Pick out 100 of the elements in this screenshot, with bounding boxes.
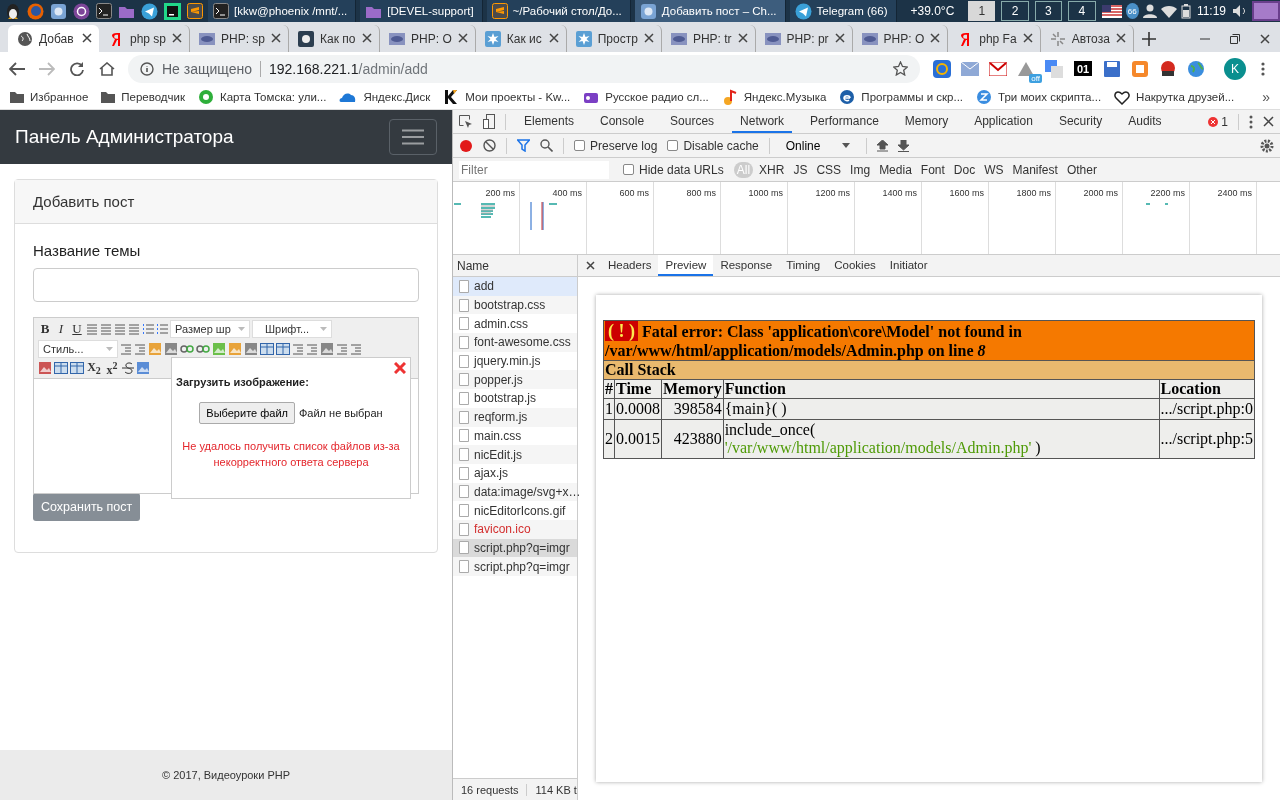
bookmark-link[interactable]: Программы и скр... <box>839 89 964 105</box>
profile-avatar[interactable]: K <box>1224 57 1246 80</box>
throttling-select[interactable]: Online <box>779 137 856 154</box>
address-bar[interactable]: Не защищено 192.168.221.1/admin/add <box>128 54 920 83</box>
clear-icon[interactable] <box>483 139 496 152</box>
type-filter-button[interactable]: Other <box>1063 161 1100 178</box>
devtools-tab[interactable]: Elements <box>516 110 583 133</box>
type-filter-button[interactable]: JS <box>790 161 811 178</box>
search-icon[interactable] <box>540 139 553 152</box>
script-button[interactable]: X$_{2}$ <box>86 360 102 376</box>
type-filter-button[interactable]: Doc <box>950 161 979 178</box>
hide-data-urls-checkbox[interactable]: Hide data URLs <box>623 162 724 177</box>
bookmark-link[interactable]: Три моих скрипта... <box>976 89 1102 105</box>
indent-icon <box>306 343 318 355</box>
format-button[interactable]: I <box>54 321 68 337</box>
launcher-button[interactable] <box>72 1 91 21</box>
bookmark-link[interactable]: Яндекс.Диск <box>339 91 431 103</box>
request-row[interactable]: script.php?q=imgr <box>453 557 577 576</box>
workspace-button[interactable]: 4 <box>1068 1 1096 21</box>
filter-field[interactable]: Filter <box>459 160 609 179</box>
type-filter-button[interactable]: WS <box>981 161 1007 178</box>
detail-tab[interactable]: Response <box>713 255 780 276</box>
close-icon[interactable] <box>1263 116 1274 127</box>
upload-icon[interactable] <box>876 139 888 152</box>
home-button[interactable] <box>98 59 116 78</box>
launcher-button[interactable] <box>140 1 159 21</box>
font-size-select[interactable]: Размер шр <box>170 320 250 338</box>
format-button[interactable]: U <box>70 321 84 337</box>
close-icon[interactable] <box>1260 33 1270 44</box>
request-row[interactable]: font-awesome.css <box>453 333 577 352</box>
brand-title[interactable]: Панель Администратора <box>15 126 234 148</box>
format-button[interactable]: B <box>38 321 52 337</box>
devtools-tab[interactable]: Sources <box>662 110 723 133</box>
script-button[interactable]: x$^{2}$ <box>104 360 120 376</box>
bookmark-link[interactable]: Избранное <box>10 91 89 103</box>
detail-tab[interactable]: Headers <box>601 255 659 276</box>
bookmark-link[interactable]: Русское радио сл... <box>583 89 709 105</box>
detail-tab[interactable]: Preview <box>658 255 714 276</box>
kebab-menu-icon[interactable] <box>1249 114 1253 129</box>
window-button[interactable]: Telegram (66) <box>789 0 897 22</box>
launcher-button[interactable] <box>186 1 204 21</box>
back-button[interactable] <box>8 59 26 78</box>
star-icon[interactable] <box>893 61 908 76</box>
device-icon[interactable] <box>483 114 495 129</box>
detail-tab[interactable]: Timing <box>779 255 828 276</box>
clock[interactable]: 11:19 <box>1194 4 1228 18</box>
launcher-button[interactable] <box>4 1 22 21</box>
bookmark-link[interactable]: Карта Томска: ули... <box>198 89 327 105</box>
launcher-button[interactable] <box>49 1 68 21</box>
extension-button[interactable] <box>1158 58 1178 79</box>
choose-file-button[interactable]: Выберите файл <box>199 402 295 424</box>
request-row[interactable]: nicEdit.js <box>453 445 577 464</box>
filter-icon[interactable] <box>517 139 530 152</box>
font-select[interactable]: Шрифт... <box>252 320 332 338</box>
menu-icon <box>402 129 424 145</box>
bookmark-link[interactable]: Накрутка друзей... <box>1114 89 1235 105</box>
devtools-tab[interactable]: Memory <box>896 110 957 133</box>
record-icon[interactable] <box>459 138 473 153</box>
bookmark-link[interactable]: Переводчик <box>101 91 185 103</box>
image-icon <box>320 342 334 356</box>
request-row[interactable]: popper.js <box>453 370 577 390</box>
launcher-button[interactable] <box>163 1 182 21</box>
inspect-icon[interactable] <box>459 114 473 129</box>
column-header[interactable]: Name <box>457 258 489 273</box>
devtools-tab[interactable]: Console <box>592 110 653 133</box>
settings-icon[interactable] <box>1260 138 1274 153</box>
window-button[interactable]: [DEVEL-support] <box>360 0 483 22</box>
bookmark-link[interactable]: Мои проекты - Kw... <box>443 89 571 105</box>
window-button[interactable]: Добавить пост – Ch... <box>634 0 786 22</box>
option-checkbox[interactable]: Preserve log <box>574 138 658 153</box>
devtools-tab[interactable]: Application <box>966 110 1041 133</box>
close-icon[interactable] <box>586 261 595 270</box>
error-counter[interactable]: 1 <box>1208 114 1228 129</box>
workspace-button[interactable]: 3 <box>1034 1 1063 21</box>
option-checkbox[interactable]: Disable cache <box>667 138 759 153</box>
devtools-tab[interactable]: Performance <box>802 110 887 133</box>
counter-extension-button[interactable]: 01 <box>1074 61 1092 76</box>
download-icon[interactable] <box>897 139 909 152</box>
window-button[interactable]: ~/Рабочий стол/До... <box>486 0 631 22</box>
workspace-button[interactable]: 2 <box>1001 1 1029 21</box>
devtools-tab[interactable]: Security <box>1050 110 1111 133</box>
workspace-button[interactable]: 1 <box>968 1 996 21</box>
type-filter-button[interactable]: CSS <box>813 161 845 178</box>
style-select[interactable]: Стиль... <box>38 340 118 358</box>
detail-tab[interactable]: Initiator <box>882 255 935 276</box>
type-filter-button[interactable]: XHR <box>756 161 788 178</box>
menu-toggle-button[interactable] <box>389 119 437 155</box>
bookmark-link[interactable]: Яндекс.Музыка <box>721 89 827 105</box>
detail-tab[interactable]: Cookies <box>827 255 883 276</box>
type-filter-button[interactable]: Manifest <box>1009 161 1061 178</box>
topic-input-field[interactable] <box>33 268 419 302</box>
more-bookmarks-button[interactable]: » <box>1262 89 1270 105</box>
type-filter-button[interactable]: Img <box>847 161 874 178</box>
close-icon[interactable] <box>394 362 406 374</box>
window-button[interactable]: [kkw@phoenix /mnt/... <box>208 0 357 22</box>
devtools-tab[interactable]: Audits <box>1120 110 1170 133</box>
request-row[interactable]: add <box>453 277 577 296</box>
browser-tab[interactable]: Добав <box>8 25 99 52</box>
type-filter-button[interactable]: Media <box>876 161 915 178</box>
type-filter-button[interactable]: Font <box>917 161 948 178</box>
